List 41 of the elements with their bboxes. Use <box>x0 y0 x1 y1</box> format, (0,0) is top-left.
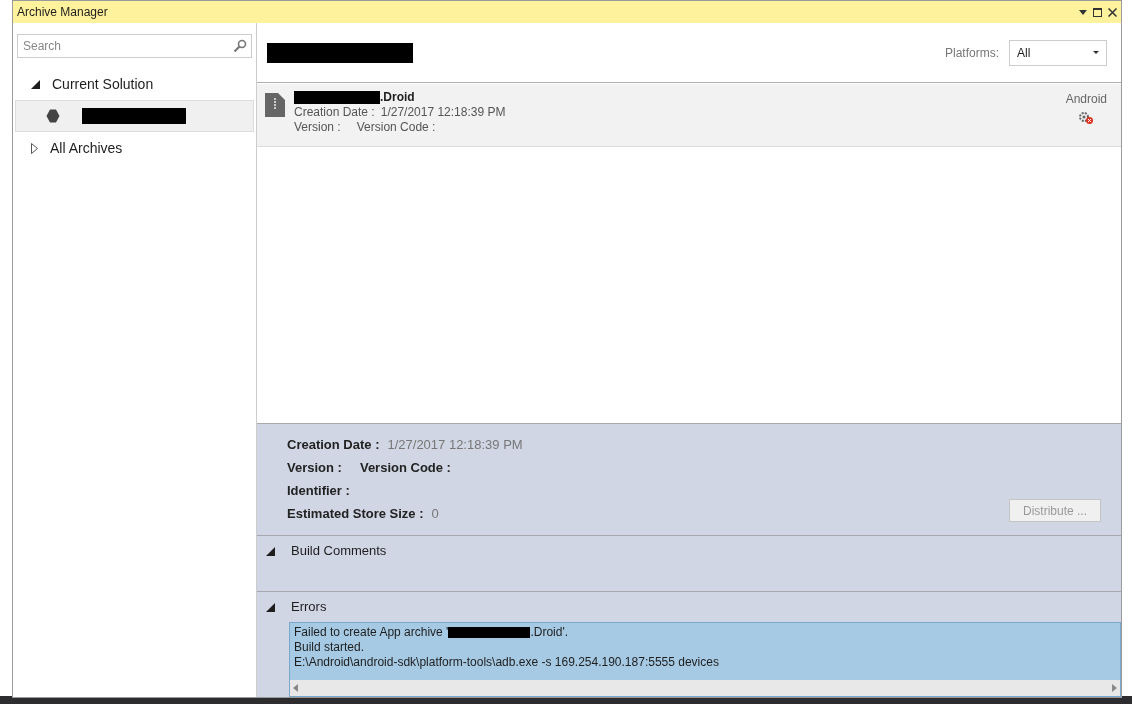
archive-file-icon <box>265 93 285 117</box>
caret-icon <box>1093 51 1099 54</box>
detail-label: Estimated Store Size : <box>287 505 424 524</box>
log-line: Failed to create App archive ' <box>294 625 449 640</box>
expanded-triangle-icon[interactable] <box>266 602 275 612</box>
log-line: E:\Android\android-sdk\platform-tools\adb.exe -s 169.254.190.187:5555 devices <box>294 655 719 670</box>
section-header[interactable]: Errors <box>291 597 327 617</box>
tree-item[interactable]: All Archives <box>50 137 123 159</box>
project-tree-item[interactable] <box>15 100 254 132</box>
detail-value: 0 <box>431 505 439 524</box>
dropdown-arrow-icon[interactable] <box>1079 9 1087 15</box>
detail-label: Version : <box>287 459 342 478</box>
version-code-label: Version Code : <box>356 120 436 135</box>
detail-label: Identifier : <box>287 482 350 501</box>
expanded-triangle-icon[interactable] <box>31 79 40 89</box>
window-title: Archive Manager <box>17 4 108 21</box>
collapsed-triangle-icon[interactable] <box>31 142 38 154</box>
section-header[interactable]: Build Comments <box>291 541 387 561</box>
archive-name-suffix: .Droid <box>380 90 415 105</box>
version-label: Version : <box>294 120 341 135</box>
search-field[interactable]: Search <box>17 34 252 58</box>
creation-date-label: Creation Date : <box>294 105 375 120</box>
maximize-icon[interactable] <box>1093 7 1102 17</box>
search-icon <box>233 39 247 53</box>
log-line: Build started. <box>294 640 365 655</box>
log-line: .Droid'. <box>530 625 569 640</box>
close-icon[interactable] <box>1108 7 1117 17</box>
tree-item[interactable]: Current Solution <box>52 73 154 95</box>
detail-label: Creation Date : <box>287 436 380 455</box>
platform-label: Android <box>1065 91 1107 108</box>
detail-value: 1/27/2017 12:18:39 PM <box>387 436 523 455</box>
gear-error-icon <box>1078 111 1095 125</box>
expanded-triangle-icon[interactable] <box>266 546 275 556</box>
platforms-label: Platforms: <box>945 44 999 62</box>
creation-date-value: 1/27/2017 12:18:39 PM <box>380 105 506 120</box>
scroll-right-icon[interactable] <box>1112 684 1117 692</box>
archive-row[interactable]: .Droid Creation Date : 1/27/2017 12:18:39 PM Version : Version Code : Android <box>257 84 1121 147</box>
platforms-dropdown[interactable]: All <box>1009 39 1107 66</box>
hexagon-icon <box>46 109 60 123</box>
detail-label: Version Code : <box>359 459 451 478</box>
scroll-left-icon[interactable] <box>293 684 298 692</box>
